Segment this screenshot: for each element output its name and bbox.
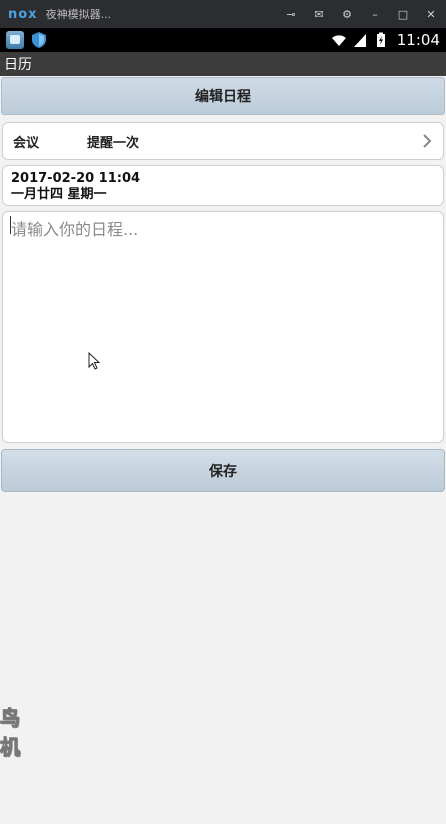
- save-button[interactable]: 保存: [1, 449, 445, 492]
- save-button-label: 保存: [209, 463, 237, 480]
- emulator-controls: ⊸ ✉ ⚙ – □ ✕: [284, 8, 438, 21]
- shield-icon: [32, 32, 46, 48]
- text-caret: [10, 216, 11, 234]
- schedule-input[interactable]: [3, 212, 443, 442]
- schedule-input-card: [2, 211, 444, 443]
- emulator-title: 夜神模拟器...: [45, 8, 112, 21]
- reminder-frequency-label: 提醒一次: [87, 135, 140, 151]
- emulator-titlebar: nox 夜神模拟器... ⊸ ✉ ⚙ – □ ✕: [0, 0, 446, 28]
- reminder-row[interactable]: 会议 提醒一次: [2, 122, 444, 160]
- page-header: 编辑日程: [1, 77, 445, 115]
- event-type-label: 会议: [13, 135, 40, 151]
- pin-icon[interactable]: ⊸: [284, 8, 298, 21]
- signal-icon: [353, 34, 366, 47]
- close-icon[interactable]: ✕: [424, 8, 438, 21]
- minimize-icon[interactable]: –: [368, 8, 382, 21]
- app-title-bar: 日历: [0, 52, 446, 76]
- watermark-line: 机: [0, 735, 21, 760]
- app-title: 日历: [4, 57, 32, 73]
- status-bar: 11:04: [0, 28, 446, 52]
- date-card[interactable]: 2017-02-20 11:04 一月廿四 星期一: [2, 165, 444, 206]
- wifi-icon: [331, 35, 346, 46]
- status-time: 11:04: [396, 31, 440, 49]
- mail-icon[interactable]: ✉: [312, 8, 326, 21]
- maximize-icon[interactable]: □: [396, 8, 410, 21]
- watermark-line: 鸟: [0, 706, 21, 731]
- gear-icon[interactable]: ⚙: [340, 8, 354, 21]
- lunar-date-label: 一月廿四 星期一: [11, 187, 107, 202]
- app-icon: [6, 31, 24, 49]
- page-title: 编辑日程: [195, 89, 251, 105]
- watermark: 鸟 机: [0, 702, 28, 760]
- chevron-right-icon: [423, 134, 432, 148]
- emulator-logo: nox: [8, 6, 38, 22]
- battery-icon: [376, 32, 385, 47]
- datetime-label: 2017-02-20 11:04: [11, 171, 141, 186]
- mouse-pointer-icon: [88, 352, 100, 370]
